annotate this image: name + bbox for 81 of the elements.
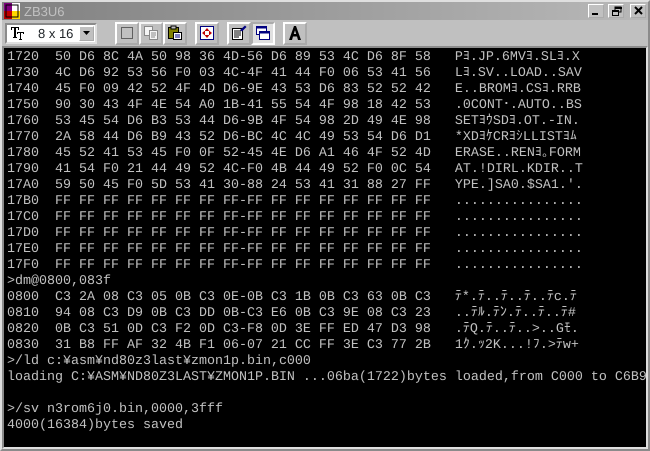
ascii-text: ..ﾃﾙ.ﾃﾝ.ﾃ..ﾃ..ﾃ# (454, 306, 576, 322)
hex-bytes: 4C D6 92 53 56 F0 03 4C-4F 41 44 F0 06 53 41 56 (54, 66, 431, 82)
ascii-text: ................ (454, 226, 583, 242)
close-button[interactable] (630, 4, 646, 18)
hex-bytes: 41 54 F0 21 44 49 52 4C-F0 4B 44 49 52 F0 0C 54 (54, 162, 431, 178)
close-icon (632, 6, 644, 16)
ascii-text: ................ (454, 258, 583, 274)
ascii-text: .0CONT･.AUTO..BS (454, 98, 582, 114)
ascii-text: Pﾖ.JP.6MVﾖ.SLﾖ.X (454, 50, 580, 66)
dump-address: 1730 (7, 66, 39, 82)
dump-address: 17C0 (7, 210, 39, 226)
dump-address: 0830 (7, 338, 39, 354)
hex-bytes: 94 08 C3 D9 0B C3 DD 0B-C3 E6 0B C3 9E 08 C3 23 (54, 306, 431, 322)
dump-address: 17E0 (7, 242, 39, 258)
console-line: >dm@0800,083f (7, 274, 111, 290)
hex-bytes: 53 45 54 D6 B3 53 44 D6-9B 4F 54 98 2D 49 4E 98 (54, 114, 431, 130)
hex-bytes: FF FF FF FF FF FF FF FF-FF FF FF FF FF FF FF FF (54, 210, 431, 226)
ascii-text: ﾃ*.ﾃ..ﾃ..ﾃ..ﾃc.ﾃ (454, 290, 577, 306)
hex-bytes: FF FF FF FF FF FF FF FF-FF FF FF FF FF FF FF FF (54, 226, 431, 242)
dump-address: 0810 (7, 306, 39, 322)
minimize-button[interactable] (588, 4, 604, 18)
ascii-text: SETﾖｳSDﾖ.OT.-IN. (454, 114, 580, 130)
window-icon (255, 25, 271, 41)
fullscreen-button[interactable] (195, 22, 219, 44)
ascii-text: E..BROMﾖ.CSﾖ.RRB (454, 82, 581, 98)
dump-address: 0800 (7, 290, 39, 306)
paste-icon (167, 25, 183, 41)
window-title: ZB3U6 (24, 4, 64, 18)
properties-icon (231, 25, 247, 41)
dump-address: 1760 (7, 114, 39, 130)
hex-bytes: 45 52 41 53 45 F0 0F 52-45 4E D6 A1 46 4F 52 4D (54, 146, 431, 162)
dump-address: 1790 (7, 162, 39, 178)
ascii-text: ERASE..RENﾖ｡FORM (454, 146, 581, 162)
restore-icon (610, 6, 622, 16)
properties-button[interactable] (227, 22, 251, 44)
console-line: >/ld c:¥asm¥nd80z3last¥zmon1p.bin,c000 (7, 354, 311, 370)
ascii-text: Lﾖ.SV..LOAD..SAV (454, 66, 582, 82)
hex-bytes: 90 30 43 4F 4E 54 A0 1B-41 55 54 4F 98 18 42 53 (54, 98, 431, 114)
dump-address: 1740 (7, 82, 39, 98)
ascii-text: *XDﾖｹCRﾖｼLLISTﾖﾑ (454, 130, 577, 146)
ascii-text: .ﾃQ.ﾃ..ﾃ..>..Gﾓ. (454, 322, 579, 338)
ascii-text: YPE.]SA0.$SA1.'. (454, 178, 583, 194)
copy-icon (143, 25, 159, 41)
paste-button[interactable] (163, 22, 187, 44)
dump-address: 0820 (7, 322, 39, 338)
font-size-dropdown[interactable]: 8 x 16 (5, 22, 97, 44)
ascii-text: ................ (454, 210, 583, 226)
dump-address: 17D0 (7, 226, 39, 242)
hex-bytes: 2A 58 44 D6 B9 43 52 D6-BC 4C 4C 49 53 54 D6 D1 (54, 130, 431, 146)
restore-button[interactable] (608, 4, 624, 18)
hex-bytes: FF FF FF FF FF FF FF FF-FF FF FF FF FF FF FF FF (54, 258, 431, 274)
hex-bytes: FF FF FF FF FF FF FF FF-FF FF FF FF FF FF FF FF (54, 242, 431, 258)
hex-bytes: 31 B8 FF AF 32 4B F1 06-07 21 CC FF 3E C3 77 2B (54, 338, 431, 354)
ascii-text: ................ (454, 242, 583, 258)
hex-bytes: 50 D6 8C 4A 50 98 36 4D-56 D6 89 53 4C D6 8F 58 (54, 50, 431, 66)
dump-address: 1770 (7, 130, 39, 146)
hex-bytes: 59 50 45 F0 5D 53 41 30-88 24 53 41 31 88 27 FF (54, 178, 431, 194)
dump-address: 17A0 (7, 178, 39, 194)
dump-address: 17F0 (7, 258, 39, 274)
hex-bytes: 0B C3 51 0D C3 F2 0D C3-F8 0D 3E FF ED 47 D3 98 (54, 322, 431, 338)
font-button[interactable] (283, 22, 307, 44)
hex-bytes: 45 F0 09 42 52 4F 4D D6-9E 43 53 D6 83 52 52 42 (54, 82, 431, 98)
ascii-text: AT.!DIRL.KDIR..T (454, 162, 583, 178)
minimize-icon (592, 13, 598, 15)
mark-button[interactable] (115, 22, 139, 44)
console-line: 4000(16384)bytes saved (7, 418, 183, 434)
font-icon (10, 26, 26, 40)
console-line: loading C:¥ASM¥ND80Z3LAST¥ZMON1P.BIN ...06ba(1722)bytes loaded,from C000 to C6B9 (7, 370, 646, 386)
ascii-text: 1ｸ.ｯ2K...!ﾌ.>ﾃw+ (454, 338, 579, 354)
dump-address: 1720 (7, 50, 39, 66)
app-icon (4, 3, 20, 19)
dump-address: 1750 (7, 98, 39, 114)
letter-a-icon (288, 26, 302, 40)
mark-icon (119, 25, 135, 41)
fullscreen-icon (199, 25, 215, 41)
hex-bytes: C3 2A 08 C3 05 0B C3 0E-0B C3 1B 0B C3 63 0B C3 (54, 290, 431, 306)
console-line: >/sv n3rom6j0.bin,0000,3fff (7, 402, 223, 418)
dump-address: 17B0 (7, 194, 39, 210)
ascii-text: ................ (454, 194, 583, 210)
dump-address: 1780 (7, 146, 39, 162)
hex-bytes: FF FF FF FF FF FF FF FF-FF FF FF FF FF FF FF FF (54, 194, 431, 210)
